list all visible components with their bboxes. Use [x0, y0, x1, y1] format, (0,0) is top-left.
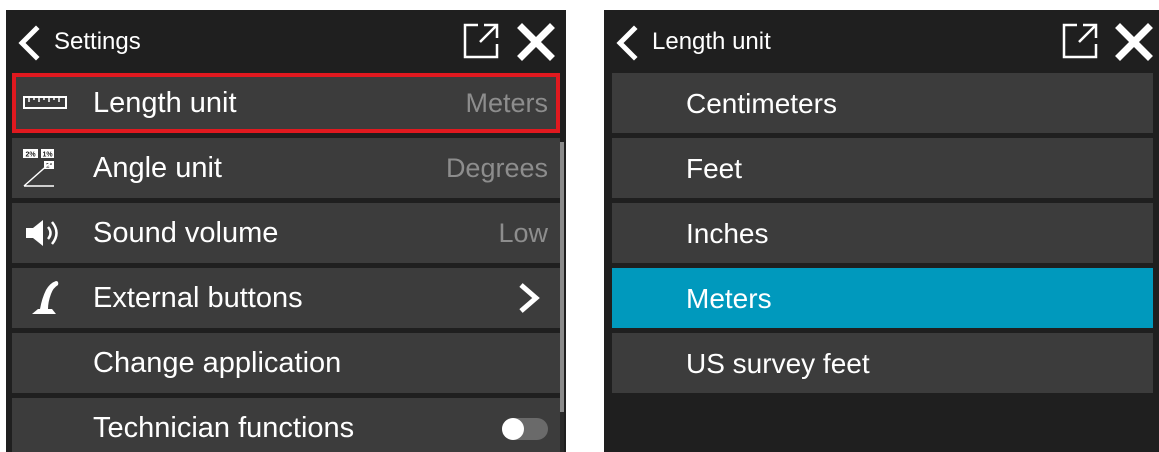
setting-angle-unit[interactable]: 2% 1% 2° Angle unit Degrees — [12, 138, 560, 198]
angle-icon-text: 1% — [42, 152, 53, 159]
setting-external-buttons[interactable]: External buttons — [12, 268, 560, 328]
length-unit-header: Length unit — [604, 10, 1159, 72]
setting-label: Technician functions — [93, 412, 355, 444]
setting-label: External buttons — [93, 282, 303, 314]
technician-functions-toggle[interactable] — [502, 418, 548, 440]
option-feet[interactable]: Feet — [612, 138, 1153, 198]
settings-list: Length unit Meters 2% 1% 2° Angle unit D… — [12, 73, 560, 452]
option-label: Feet — [686, 153, 743, 184]
open-external-icon[interactable] — [462, 22, 500, 60]
setting-label: Length unit — [93, 87, 237, 119]
scrollbar-thumb[interactable] — [560, 142, 564, 412]
setting-technician-functions[interactable]: Technician functions — [12, 398, 560, 452]
setting-length-unit[interactable]: Length unit Meters — [12, 73, 560, 133]
option-label: US survey feet — [686, 348, 870, 379]
chevron-right-icon — [519, 283, 540, 313]
setting-value: Degrees — [445, 153, 548, 183]
option-label: Meters — [686, 283, 772, 314]
chevron-left-icon[interactable] — [610, 25, 646, 61]
page-title: Length unit — [652, 28, 771, 55]
option-label: Centimeters — [686, 88, 837, 119]
chevron-left-icon[interactable] — [12, 25, 48, 61]
setting-change-application[interactable]: Change application — [12, 333, 560, 393]
setting-label: Sound volume — [93, 217, 279, 249]
setting-sound-volume[interactable]: Sound volume Low — [12, 203, 560, 263]
length-unit-panel: Length unit Centimeters Feet Inches Mete… — [604, 10, 1159, 452]
close-icon[interactable] — [516, 22, 556, 62]
option-label: Inches — [686, 218, 769, 249]
setting-label: Angle unit — [93, 152, 222, 184]
settings-header: Settings — [6, 10, 566, 72]
toggle-knob — [502, 418, 524, 440]
setting-value: Meters — [465, 88, 548, 118]
speaker-icon — [26, 220, 58, 246]
option-inches[interactable]: Inches — [612, 203, 1153, 263]
option-us-survey-feet[interactable]: US survey feet — [612, 333, 1153, 393]
setting-value: Low — [498, 218, 548, 248]
close-icon[interactable] — [1114, 22, 1154, 62]
page-title: Settings — [54, 28, 141, 55]
length-unit-options: Centimeters Feet Inches Meters US survey… — [612, 73, 1153, 398]
settings-panel: Settings Length unit Meters 2% 1% 2° Ang… — [6, 10, 566, 452]
angle-icon-text: 2% — [25, 152, 36, 159]
open-external-icon[interactable] — [1061, 22, 1099, 60]
angle-unit-icon: 2% 1% 2° — [23, 149, 54, 187]
joystick-icon — [32, 281, 59, 314]
setting-label: Change application — [93, 347, 342, 379]
option-meters-selected[interactable]: Meters — [612, 268, 1153, 328]
option-centimeters[interactable]: Centimeters — [612, 73, 1153, 133]
ruler-icon — [23, 96, 67, 109]
